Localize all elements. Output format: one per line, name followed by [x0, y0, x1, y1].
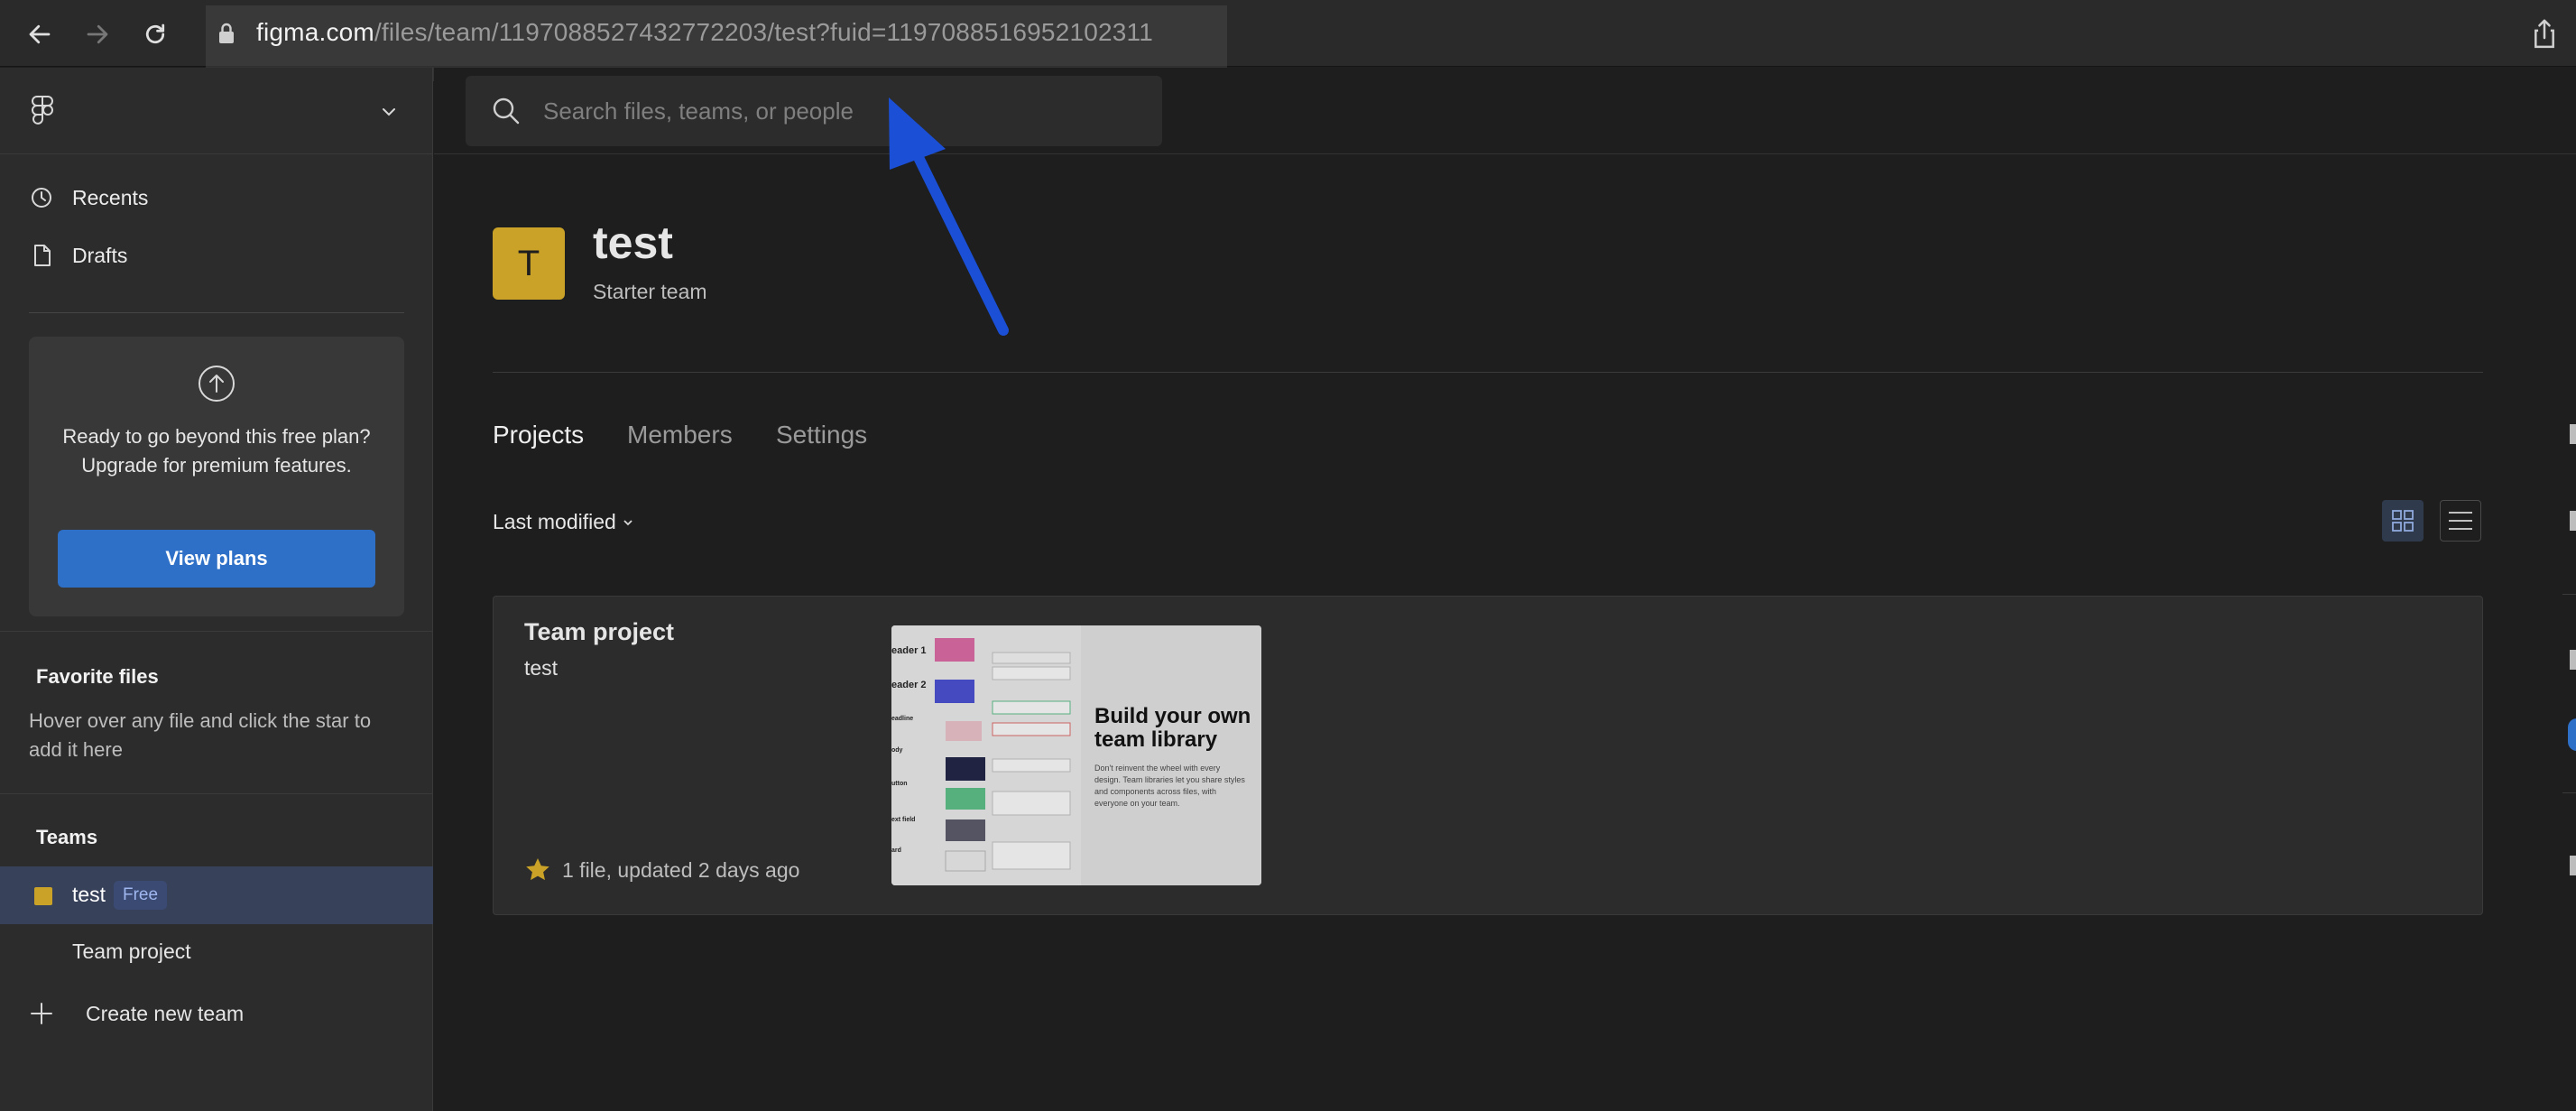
thumbnail-label: ard: [891, 847, 901, 854]
project-title: Team project: [524, 618, 675, 645]
team-plan-label: Starter team: [593, 280, 707, 303]
list-view-button[interactable]: [2440, 500, 2481, 542]
teams-heading: Teams: [36, 826, 98, 848]
sidebar-item-recents[interactable]: Recents: [0, 171, 433, 225]
sort-label: Last modified: [493, 510, 616, 533]
thumbnail-heading: Build your own team library: [1094, 704, 1251, 752]
chevron-down-icon: [623, 519, 632, 525]
right-panel-fragment: [2570, 511, 2576, 531]
tab-members[interactable]: Members: [627, 421, 733, 449]
thumbnail-label: utton: [891, 781, 908, 787]
lock-icon: [219, 23, 234, 43]
tab-projects[interactable]: Projects: [493, 421, 584, 449]
sidebar-item-drafts[interactable]: Drafts: [0, 228, 433, 282]
project-meta-text: 1 file, updated 2 days ago: [562, 857, 800, 882]
arrow-left-icon: [29, 24, 51, 44]
page-title: test: [593, 218, 673, 268]
file-icon: [34, 245, 51, 266]
annotation-arrow-icon: [889, 97, 1009, 336]
arrow-right-icon: [87, 24, 108, 44]
thumbnail-label: eader 1: [891, 645, 927, 656]
grid-view-button[interactable]: [2382, 500, 2424, 542]
thumbnail-label: eader 2: [891, 680, 927, 690]
right-panel-divider: [2562, 594, 2576, 595]
thumbnail-label: ody: [891, 747, 903, 754]
reload-icon: [145, 23, 165, 44]
create-new-team-button[interactable]: Create new team: [0, 986, 433, 1041]
reload-button[interactable]: [137, 16, 173, 52]
list-icon: [2449, 512, 2472, 530]
plus-icon: [31, 1003, 52, 1024]
clock-icon: [32, 188, 51, 208]
create-new-team-label: Create new team: [86, 1002, 245, 1025]
sidebar-team-test[interactable]: test Free: [0, 866, 433, 924]
grid-icon: [2392, 510, 2414, 532]
right-panel-avatar: [2568, 718, 2576, 751]
upgrade-card: Ready to go beyond this free plan? Upgra…: [29, 337, 404, 616]
address-url[interactable]: figma.com/files/team/1197088527432772203…: [256, 18, 1153, 47]
upgrade-text: Ready to go beyond this free plan? Upgra…: [62, 425, 371, 477]
thumbnail-body: Don't reinvent the wheel with every desi…: [1094, 764, 1245, 808]
forward-button[interactable]: [79, 16, 115, 52]
url-host: figma.com: [256, 18, 374, 46]
arrow-up-circle-icon: [199, 366, 235, 402]
sidebar-divider: [0, 631, 433, 632]
search-box[interactable]: [466, 76, 1162, 146]
sidebar-divider: [0, 793, 433, 794]
team-color-swatch: [34, 887, 52, 905]
search-icon: [493, 97, 520, 125]
sidebar-item-label: Drafts: [72, 243, 128, 267]
thumbnail-label: eadline: [891, 716, 914, 722]
back-button[interactable]: [22, 16, 58, 52]
plan-badge: Free: [114, 881, 168, 910]
sidebar-project-item[interactable]: Team project: [72, 940, 191, 964]
team-name: test: [72, 883, 106, 906]
favorite-files-hint: Hover over any file and click the star t…: [29, 709, 372, 761]
sidebar: Recents Drafts Ready to go beyond this f…: [0, 68, 433, 1111]
sidebar-divider: [29, 312, 404, 313]
sidebar-item-label: Recents: [72, 185, 149, 209]
thumbnail-label: ext field: [891, 817, 916, 823]
team-avatar: T: [493, 227, 565, 300]
right-panel-fragment: [2570, 650, 2576, 670]
sort-dropdown[interactable]: Last modified: [493, 510, 634, 534]
header-divider: [493, 372, 2483, 373]
star-icon[interactable]: [524, 856, 551, 884]
view-plans-button[interactable]: View plans: [58, 530, 375, 588]
project-card[interactable]: Team project test 1 file, updated 2 days…: [493, 596, 2483, 915]
thumbnail-artwork: [891, 625, 1261, 885]
right-panel-divider: [2562, 792, 2576, 793]
tab-settings[interactable]: Settings: [776, 421, 867, 449]
right-panel-fragment: [2570, 856, 2576, 875]
favorite-files-heading: Favorite files: [36, 665, 159, 688]
share-icon[interactable]: [2529, 18, 2560, 51]
chevron-down-icon[interactable]: [379, 102, 399, 122]
url-path: /files/team/1197088527432772203/test?fui…: [374, 18, 1154, 46]
project-meta: 1 file, updated 2 days ago: [524, 856, 799, 884]
search-input[interactable]: [543, 92, 1139, 130]
figma-logo-icon[interactable]: [31, 95, 54, 127]
project-team: test: [524, 656, 559, 680]
right-panel-fragment: [2570, 424, 2576, 444]
project-thumbnail[interactable]: eader 1 eader 2 eadline ody utton ext fi…: [891, 625, 1261, 885]
sidebar-header: [0, 68, 433, 154]
